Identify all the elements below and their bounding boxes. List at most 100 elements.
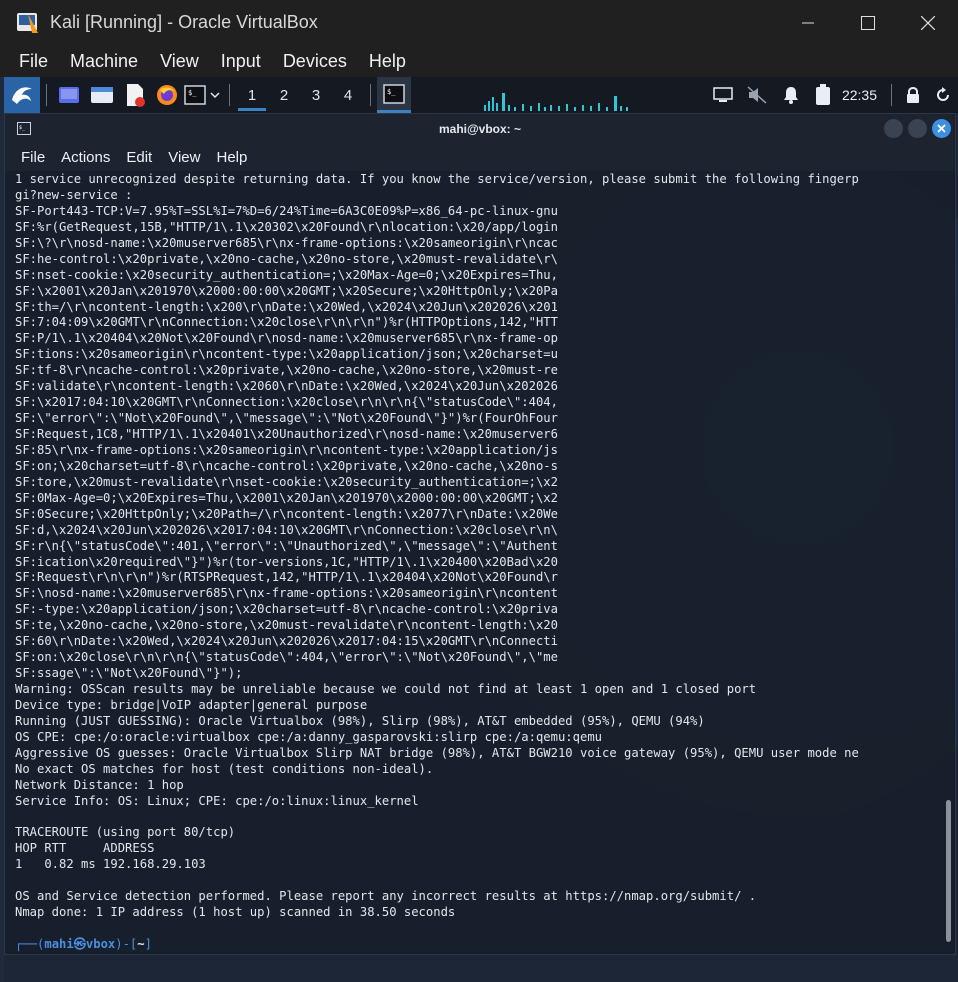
terminal-menu-actions[interactable]: Actions — [53, 149, 118, 166]
terminal-output[interactable]: 1 service unrecognized despite returning… — [5, 171, 943, 954]
network-activity-graph — [411, 77, 706, 113]
menu-file[interactable]: File — [8, 51, 59, 72]
taskbar-terminal-window[interactable]: $_ — [377, 77, 411, 113]
terminal-line: No exact OS matches for host (test condi… — [15, 761, 434, 776]
terminal-maximize-button[interactable] — [908, 119, 927, 138]
terminal-line: SF:on:\x20close\r\n\r\n{\"statusCode\":4… — [15, 650, 558, 665]
terminal-line: SF:-type:\x20application/json;\x20charse… — [15, 602, 558, 617]
terminal-line: Nmap done: 1 IP address (1 host up) scan… — [15, 905, 456, 920]
lock-icon — [907, 87, 919, 103]
workspace-4[interactable]: 4 — [332, 77, 364, 113]
terminal-scrollbar-thumb[interactable] — [946, 800, 951, 942]
prompt-user: mahi㉿vbox — [44, 937, 116, 951]
menu-help[interactable]: Help — [358, 51, 417, 72]
terminal-line: 1 0.82 ms 192.168.29.103 — [15, 857, 206, 872]
prompt-dir: ~ — [137, 937, 145, 951]
close-icon — [937, 124, 946, 133]
terminal-line: SF:th=/\r\ncontent-length:\x200\r\nDate:… — [15, 299, 558, 314]
menu-view[interactable]: View — [149, 51, 210, 72]
window-title: Kali [Running] - Oracle VirtualBox — [50, 12, 318, 32]
menu-devices[interactable]: Devices — [272, 51, 358, 72]
maximize-button[interactable] — [838, 0, 898, 45]
terminal-line: SF:\x2001\x20Jan\x201970\x2000:00:00\x20… — [15, 283, 558, 298]
panel-separator — [229, 84, 230, 106]
firefox-launcher[interactable] — [151, 77, 183, 113]
terminal-line: SF:on;\x20charset=utf-8\r\ncache-control… — [15, 458, 558, 473]
workspace-3[interactable]: 3 — [300, 77, 332, 113]
terminal-line: SF-Port443-TCP:V=7.95%T=SSL%I=7%D=6/24%T… — [15, 203, 558, 218]
terminal-launcher[interactable]: $_ — [183, 77, 207, 113]
firefox-icon — [157, 85, 177, 105]
panel-separator — [370, 84, 371, 106]
text-editor-icon — [127, 84, 145, 107]
terminal-line: Aggressive OS guesses: Oracle Virtualbox… — [15, 745, 859, 760]
terminal-menu-view[interactable]: View — [160, 149, 208, 166]
lock-screen-button[interactable] — [898, 77, 928, 113]
desktop-bottom-area — [4, 955, 958, 982]
file-manager-icon — [91, 87, 113, 103]
workspace-2[interactable]: 2 — [268, 77, 300, 113]
terminal-line: SF:ication\x20required\"}")%r(tor-versio… — [15, 554, 558, 569]
kali-menu-button[interactable] — [4, 77, 40, 113]
terminal-line: SF:r\n{\"statusCode\":401,\"error\":\"Un… — [15, 538, 558, 553]
terminal-line: SF:%r(GetRequest,15B,"HTTP/1\.1\x20302\x… — [15, 219, 558, 234]
terminal-close-button[interactable] — [932, 119, 951, 138]
close-button[interactable] — [898, 0, 958, 45]
power-manager-button[interactable] — [808, 77, 838, 113]
terminal-line: SF:\"error\":\"Not\x20Found\",\"message\… — [15, 411, 558, 426]
workspace-1[interactable]: 1 — [236, 77, 268, 113]
maximize-icon — [861, 15, 875, 30]
logout-button[interactable] — [928, 77, 958, 113]
svg-text:$_: $_ — [387, 88, 396, 96]
terminal-line: Device type: bridge|VoIP adapter|general… — [15, 697, 368, 712]
shell-prompt[interactable]: ┌──(mahi㉿vbox)-[~] — [15, 937, 943, 953]
menu-machine[interactable]: Machine — [59, 51, 149, 72]
text-editor-launcher[interactable] — [119, 77, 151, 113]
terminal-line: SF:85\r\nx-frame-options:\x20sameorigin\… — [15, 442, 558, 457]
panel-clock[interactable]: 22:35 — [842, 87, 877, 103]
terminal-line: SF:nset-cookie:\x20security_authenticati… — [15, 267, 558, 282]
minimize-button[interactable] — [778, 0, 838, 45]
terminal-line: gi?new-service : — [15, 187, 133, 202]
terminal-line: SF:tions:\x20sameorigin\r\ncontent-type:… — [15, 347, 558, 362]
svg-text:$_: $_ — [19, 125, 26, 131]
close-icon — [921, 15, 935, 30]
terminal-line: 1 service unrecognized despite returning… — [15, 172, 859, 186]
notifications-button[interactable] — [774, 77, 808, 113]
terminal-line: SF:\x2017:04:10\x20GMT\r\nConnection:\x2… — [15, 395, 558, 410]
terminal-title: mahi@vbox: ~ — [438, 122, 522, 136]
menu-input[interactable]: Input — [210, 51, 272, 72]
terminal-menu-help[interactable]: Help — [208, 149, 255, 166]
terminal-menu-file[interactable]: File — [13, 149, 53, 166]
virtualbox-titlebar: Kali [Running] - Oracle VirtualBox — [0, 0, 958, 45]
terminal-line: SF:d,\x2024\x20Jun\x202026\x2017:04:10\x… — [15, 522, 558, 537]
terminal-line: SF:60\r\nDate:\x20Wed,\x2024\x20Jun\x202… — [15, 634, 558, 649]
terminal-line: OS and Service detection performed. Plea… — [15, 889, 757, 904]
display-settings-button[interactable] — [706, 77, 740, 113]
volume-button[interactable] — [740, 77, 774, 113]
terminal-line: SF:te,\x20no-cache,\x20no-store,\x20must… — [15, 618, 558, 633]
terminal-line: SF:Request\r\n\r\n")%r(RTSPRequest,142,"… — [15, 570, 558, 585]
terminal-line: SF:P/1\.1\x20404\x20Not\x20Found\r\nosd-… — [15, 331, 558, 346]
terminal-menu-edit[interactable]: Edit — [118, 149, 160, 166]
show-desktop-button[interactable] — [53, 77, 85, 113]
terminal-window-icon: $_ — [17, 122, 31, 140]
minimize-icon — [802, 22, 814, 23]
virtualbox-app-icon — [16, 11, 40, 35]
terminal-line: SF:Request,1C8,"HTTP/1\.1\x20401\x20Unau… — [15, 427, 558, 441]
terminal-launcher-dropdown[interactable] — [207, 77, 223, 113]
network-graph-icon — [484, 93, 629, 111]
volume-muted-icon — [747, 86, 767, 104]
terminal-scrollbar[interactable] — [945, 176, 953, 952]
terminal-minimize-button[interactable] — [884, 119, 903, 138]
terminal-line: SF:ssage\":\"Not\x20Found\"}"); — [15, 666, 243, 681]
terminal-titlebar[interactable]: $_ mahi@vbox: ~ — [5, 114, 955, 144]
terminal-line: SF:validate\r\ncontent-length:\x2060\r\n… — [15, 379, 558, 394]
terminal-line: SF:0Secure;\x20HttpOnly;\x20Path=/\r\nco… — [15, 506, 558, 521]
file-manager-launcher[interactable] — [85, 77, 119, 113]
prompt-mid: )-[ — [115, 937, 138, 951]
terminal-line: Warning: OSScan results may be unreliabl… — [15, 682, 757, 696]
